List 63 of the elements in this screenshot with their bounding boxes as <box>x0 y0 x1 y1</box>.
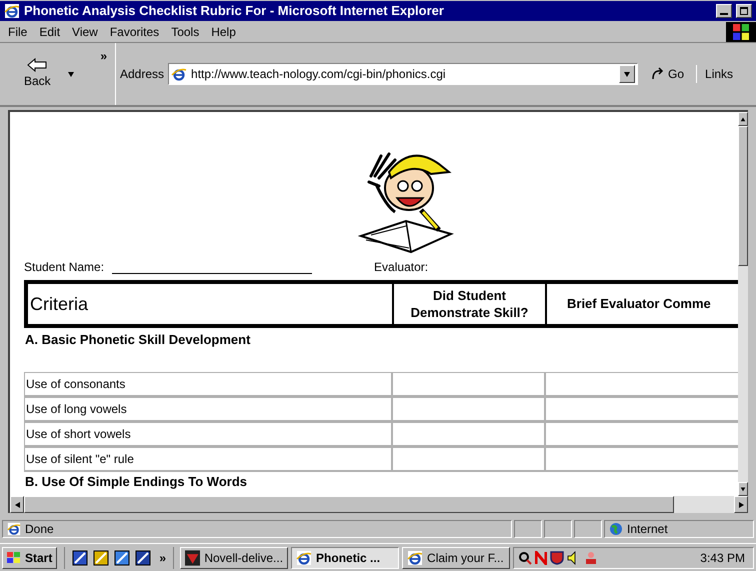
browser-icon <box>4 3 20 19</box>
scroll-right-icon <box>737 500 745 508</box>
table-cell: Use of short vowels <box>24 422 392 446</box>
address-label: Address <box>120 66 164 83</box>
menu-item[interactable]: Help <box>211 22 236 40</box>
column-header: Brief Evaluator Comme <box>566 295 712 314</box>
dropdown-arrow-icon <box>66 70 75 78</box>
restore-button[interactable] <box>736 4 752 18</box>
taskbar-button[interactable]: Novell-delive... <box>180 546 288 568</box>
toolbar-chevron[interactable]: » <box>100 47 107 65</box>
table-cell: Use of long vowels <box>24 397 392 421</box>
table-cell: Use of consonants <box>24 372 392 396</box>
quick-launch-icon[interactable] <box>71 548 90 566</box>
section-heading: A. Basic Phonetic Skill Development <box>24 331 252 349</box>
dropdown-button[interactable] <box>619 65 636 83</box>
horizontal-scrollbar[interactable] <box>10 496 748 513</box>
zone-panel: Internet <box>604 520 754 538</box>
column-header: Did Student Demonstrate Skill? <box>394 284 547 324</box>
quick-launch-icon[interactable] <box>113 548 132 566</box>
student-name-label: Student Name: <box>24 259 104 276</box>
menu-item[interactable]: View <box>72 22 98 40</box>
back-arrow-icon <box>26 58 48 72</box>
browser-icon <box>296 550 312 566</box>
menu-item[interactable]: Tools <box>171 22 200 40</box>
back-button[interactable]: Back <box>24 58 51 90</box>
menu-item[interactable]: Favorites <box>110 22 160 40</box>
scroll-up-icon <box>740 116 746 122</box>
address-field[interactable]: http://www.teach-nology.com/cgi-bin/phonics.cgi <box>168 63 638 85</box>
windows-flag-icon <box>7 552 21 564</box>
caret-icon <box>623 70 632 78</box>
windows-logo-icon <box>726 22 756 42</box>
scroll-left-icon <box>13 500 21 508</box>
window-title: Phonetic Analysis Checklist Rubric For - Microsoft Internet Explorer <box>24 2 445 20</box>
curved-arrow-icon <box>650 67 664 81</box>
app-icon <box>185 550 200 566</box>
taskbar-button[interactable]: Claim your F... <box>402 546 510 568</box>
quick-launch-icon[interactable] <box>134 548 152 566</box>
browser-icon <box>7 522 21 536</box>
menu-item[interactable]: Edit <box>39 22 60 40</box>
globe-icon <box>609 522 623 536</box>
status-panel <box>514 520 542 538</box>
clock: 3:43 PM <box>700 550 746 566</box>
browser-icon <box>407 550 424 566</box>
status-panel <box>544 520 572 538</box>
table-cell: Use of silent "e" rule <box>24 447 392 471</box>
menu-item[interactable]: File <box>8 22 28 40</box>
status-text-panel: Done <box>2 520 512 538</box>
browser-icon <box>171 66 188 82</box>
status-panel <box>574 520 602 538</box>
section-heading: B. Use Of Simple Endings To Words <box>24 473 248 490</box>
start-button[interactable]: Start <box>2 546 58 568</box>
taskbar-button[interactable]: Phonetic ... <box>291 546 400 568</box>
shield-icon[interactable] <box>550 550 564 564</box>
taskbar-chevron[interactable]: » <box>155 548 170 566</box>
links-button[interactable]: Links <box>696 65 750 83</box>
quick-launch-icon[interactable] <box>92 548 110 566</box>
column-header: Criteria <box>28 284 394 324</box>
minimize-button[interactable] <box>716 4 732 18</box>
go-button[interactable]: Go <box>642 65 692 83</box>
scroll-down-icon <box>740 486 746 492</box>
vertical-scrollbar[interactable] <box>738 112 748 496</box>
magnifier-icon[interactable] <box>518 550 532 564</box>
evaluator-label: Evaluator: <box>374 259 428 276</box>
